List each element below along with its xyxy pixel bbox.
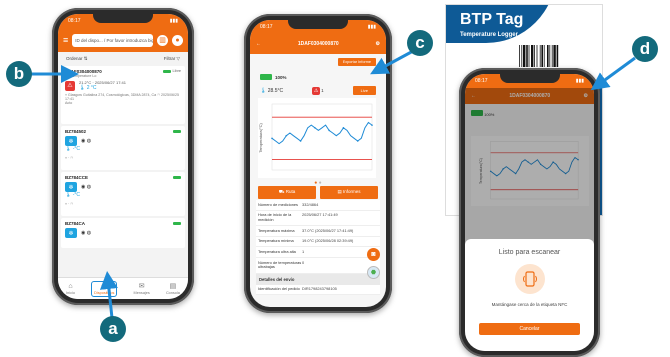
callout-c: c [407, 30, 433, 56]
callout-arrows [30, 48, 636, 319]
callout-d: d [632, 36, 658, 62]
callout-a: a [100, 316, 126, 342]
arrow-c [370, 48, 416, 75]
callout-b: b [6, 61, 32, 87]
arrow-a [99, 271, 118, 319]
arrow-d [590, 56, 636, 91]
